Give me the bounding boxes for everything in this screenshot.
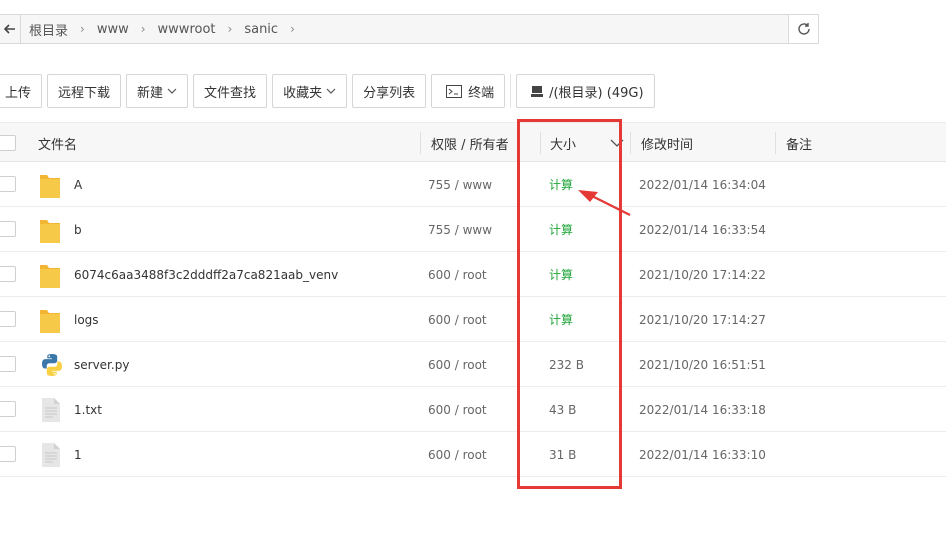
file-name[interactable]: 6074c6aa3488f3c2dddff2a7ca821aab_venv — [74, 252, 338, 297]
file-mtime: 2021/10/20 16:51:51 — [639, 357, 766, 372]
header-filename[interactable]: 文件名 — [38, 123, 77, 163]
file-mtime: 2022/01/14 16:33:10 — [639, 447, 766, 462]
file-permission[interactable]: 600 / root — [428, 432, 487, 477]
column-divider — [420, 132, 421, 154]
file-permission[interactable]: 600 / root — [428, 297, 487, 342]
row-checkbox[interactable] — [0, 311, 16, 327]
column-divider — [630, 132, 631, 154]
file-permission[interactable]: 755 / www — [428, 207, 492, 252]
folder-icon — [40, 297, 60, 342]
header-permission[interactable]: 权限 / 所有者 — [431, 123, 509, 163]
breadcrumb-www[interactable]: www — [97, 22, 129, 37]
file-search-label: 文件查找 — [204, 85, 257, 101]
file-size: 43 B — [549, 402, 577, 417]
path-bar: 根目录 › www › wwwroot › sanic › — [0, 14, 819, 44]
disk-label: /(根目录) (49G) — [549, 85, 644, 101]
new-dropdown-button[interactable]: 新建 — [126, 74, 189, 108]
row-checkbox[interactable] — [0, 176, 16, 192]
folder-icon — [40, 252, 60, 297]
file-permission[interactable]: 755 / www — [428, 162, 492, 207]
chevron-down-icon — [326, 88, 336, 94]
row-checkbox[interactable] — [0, 356, 16, 372]
header-mtime[interactable]: 修改时间 — [641, 123, 693, 163]
upload-button[interactable]: 上传 — [0, 74, 43, 108]
calculate-size-link[interactable]: 计算 — [549, 252, 573, 297]
favorites-label: 收藏夹 — [283, 85, 323, 101]
terminal-icon — [442, 84, 463, 98]
file-size: 31 B — [549, 447, 577, 462]
chevron-down-icon — [167, 88, 177, 94]
header-size-label: 大小 — [550, 137, 577, 153]
python-file-icon — [40, 342, 64, 387]
remote-download-label: 远程下载 — [58, 85, 111, 101]
disk-icon — [527, 85, 544, 97]
disk-button[interactable]: /(根目录) (49G) — [516, 74, 655, 108]
refresh-button[interactable] — [788, 15, 818, 43]
table-row[interactable]: server.py 600 / root 232 B 2021/10/20 16… — [0, 342, 946, 387]
file-name[interactable]: 1.txt — [74, 387, 102, 432]
file-table: 文件名 权限 / 所有者 大小 修改时间 备注 A 755 / www 计算 2… — [0, 122, 946, 477]
file-name[interactable]: logs — [74, 297, 99, 342]
table-row[interactable]: 1 600 / root 31 B 2022/01/14 16:33:10 — [0, 432, 946, 477]
new-label: 新建 — [137, 85, 164, 101]
table-row[interactable]: 6074c6aa3488f3c2dddff2a7ca821aab_venv 60… — [0, 252, 946, 297]
file-name[interactable]: b — [74, 207, 82, 252]
file-permission[interactable]: 600 / root — [428, 387, 487, 432]
file-mtime: 2021/10/20 17:14:22 — [639, 267, 766, 282]
breadcrumb: 根目录 › www › wwwroot › sanic › — [21, 20, 788, 39]
header-note[interactable]: 备注 — [786, 123, 812, 163]
folder-icon — [40, 162, 60, 207]
file-size: 232 B — [549, 357, 584, 372]
file-permission[interactable]: 600 / root — [428, 252, 487, 297]
breadcrumb-wwwroot[interactable]: wwwroot — [158, 22, 216, 37]
table-row[interactable]: logs 600 / root 计算 2021/10/20 17:14:27 — [0, 297, 946, 342]
share-list-label: 分享列表 — [363, 85, 416, 101]
upload-label: 上传 — [5, 85, 32, 101]
favorites-dropdown-button[interactable]: 收藏夹 — [272, 74, 348, 108]
folder-icon — [40, 207, 60, 252]
remote-download-button[interactable]: 远程下载 — [47, 74, 122, 108]
refresh-icon — [797, 23, 810, 35]
row-checkbox[interactable] — [0, 266, 16, 282]
text-file-icon — [42, 387, 60, 432]
table-header: 文件名 权限 / 所有者 大小 修改时间 备注 — [0, 122, 946, 162]
toolbar-divider — [510, 74, 512, 108]
file-mtime: 2021/10/20 17:14:27 — [639, 312, 766, 327]
file-name[interactable]: 1 — [74, 432, 82, 477]
row-checkbox[interactable] — [0, 401, 16, 417]
chevron-right-icon: › — [227, 22, 233, 36]
share-list-button[interactable]: 分享列表 — [352, 74, 427, 108]
chevron-right-icon: › — [80, 22, 85, 36]
chevron-right-icon: › — [140, 22, 146, 36]
terminal-button[interactable]: 终端 — [431, 74, 506, 108]
calculate-size-link[interactable]: 计算 — [549, 162, 573, 207]
column-divider — [775, 132, 776, 154]
back-arrow-icon[interactable] — [0, 15, 21, 43]
calculate-size-link[interactable]: 计算 — [549, 207, 573, 252]
calculate-size-link[interactable]: 计算 — [549, 297, 573, 342]
text-file-icon — [42, 432, 60, 477]
table-row[interactable]: b 755 / www 计算 2022/01/14 16:33:54 — [0, 207, 946, 252]
chevron-right-icon: › — [290, 22, 295, 36]
select-all-checkbox[interactable] — [0, 135, 16, 151]
file-mtime: 2022/01/14 16:33:18 — [639, 402, 766, 417]
file-name[interactable]: server.py — [74, 342, 129, 387]
terminal-label: 终端 — [468, 85, 495, 101]
file-mtime: 2022/01/14 16:34:04 — [639, 177, 766, 192]
sort-chevron-down-icon — [610, 139, 624, 147]
column-divider — [540, 132, 541, 154]
file-mtime: 2022/01/14 16:33:54 — [639, 222, 766, 237]
breadcrumb-root[interactable]: 根目录 — [29, 20, 68, 39]
row-checkbox[interactable] — [0, 446, 16, 462]
row-checkbox[interactable] — [0, 221, 16, 237]
toolbar: 上传 远程下载 新建 文件查找 收藏夹 分享列表 终端 /(根目录) (49G) — [0, 74, 660, 108]
file-name[interactable]: A — [74, 162, 82, 207]
table-row[interactable]: 1.txt 600 / root 43 B 2022/01/14 16:33:1… — [0, 387, 946, 432]
file-search-button[interactable]: 文件查找 — [193, 74, 268, 108]
file-permission[interactable]: 600 / root — [428, 342, 487, 387]
breadcrumb-sanic[interactable]: sanic — [244, 22, 278, 37]
header-size[interactable]: 大小 — [550, 123, 624, 163]
table-row[interactable]: A 755 / www 计算 2022/01/14 16:34:04 — [0, 162, 946, 207]
table-body: A 755 / www 计算 2022/01/14 16:34:04 b 755… — [0, 162, 946, 477]
